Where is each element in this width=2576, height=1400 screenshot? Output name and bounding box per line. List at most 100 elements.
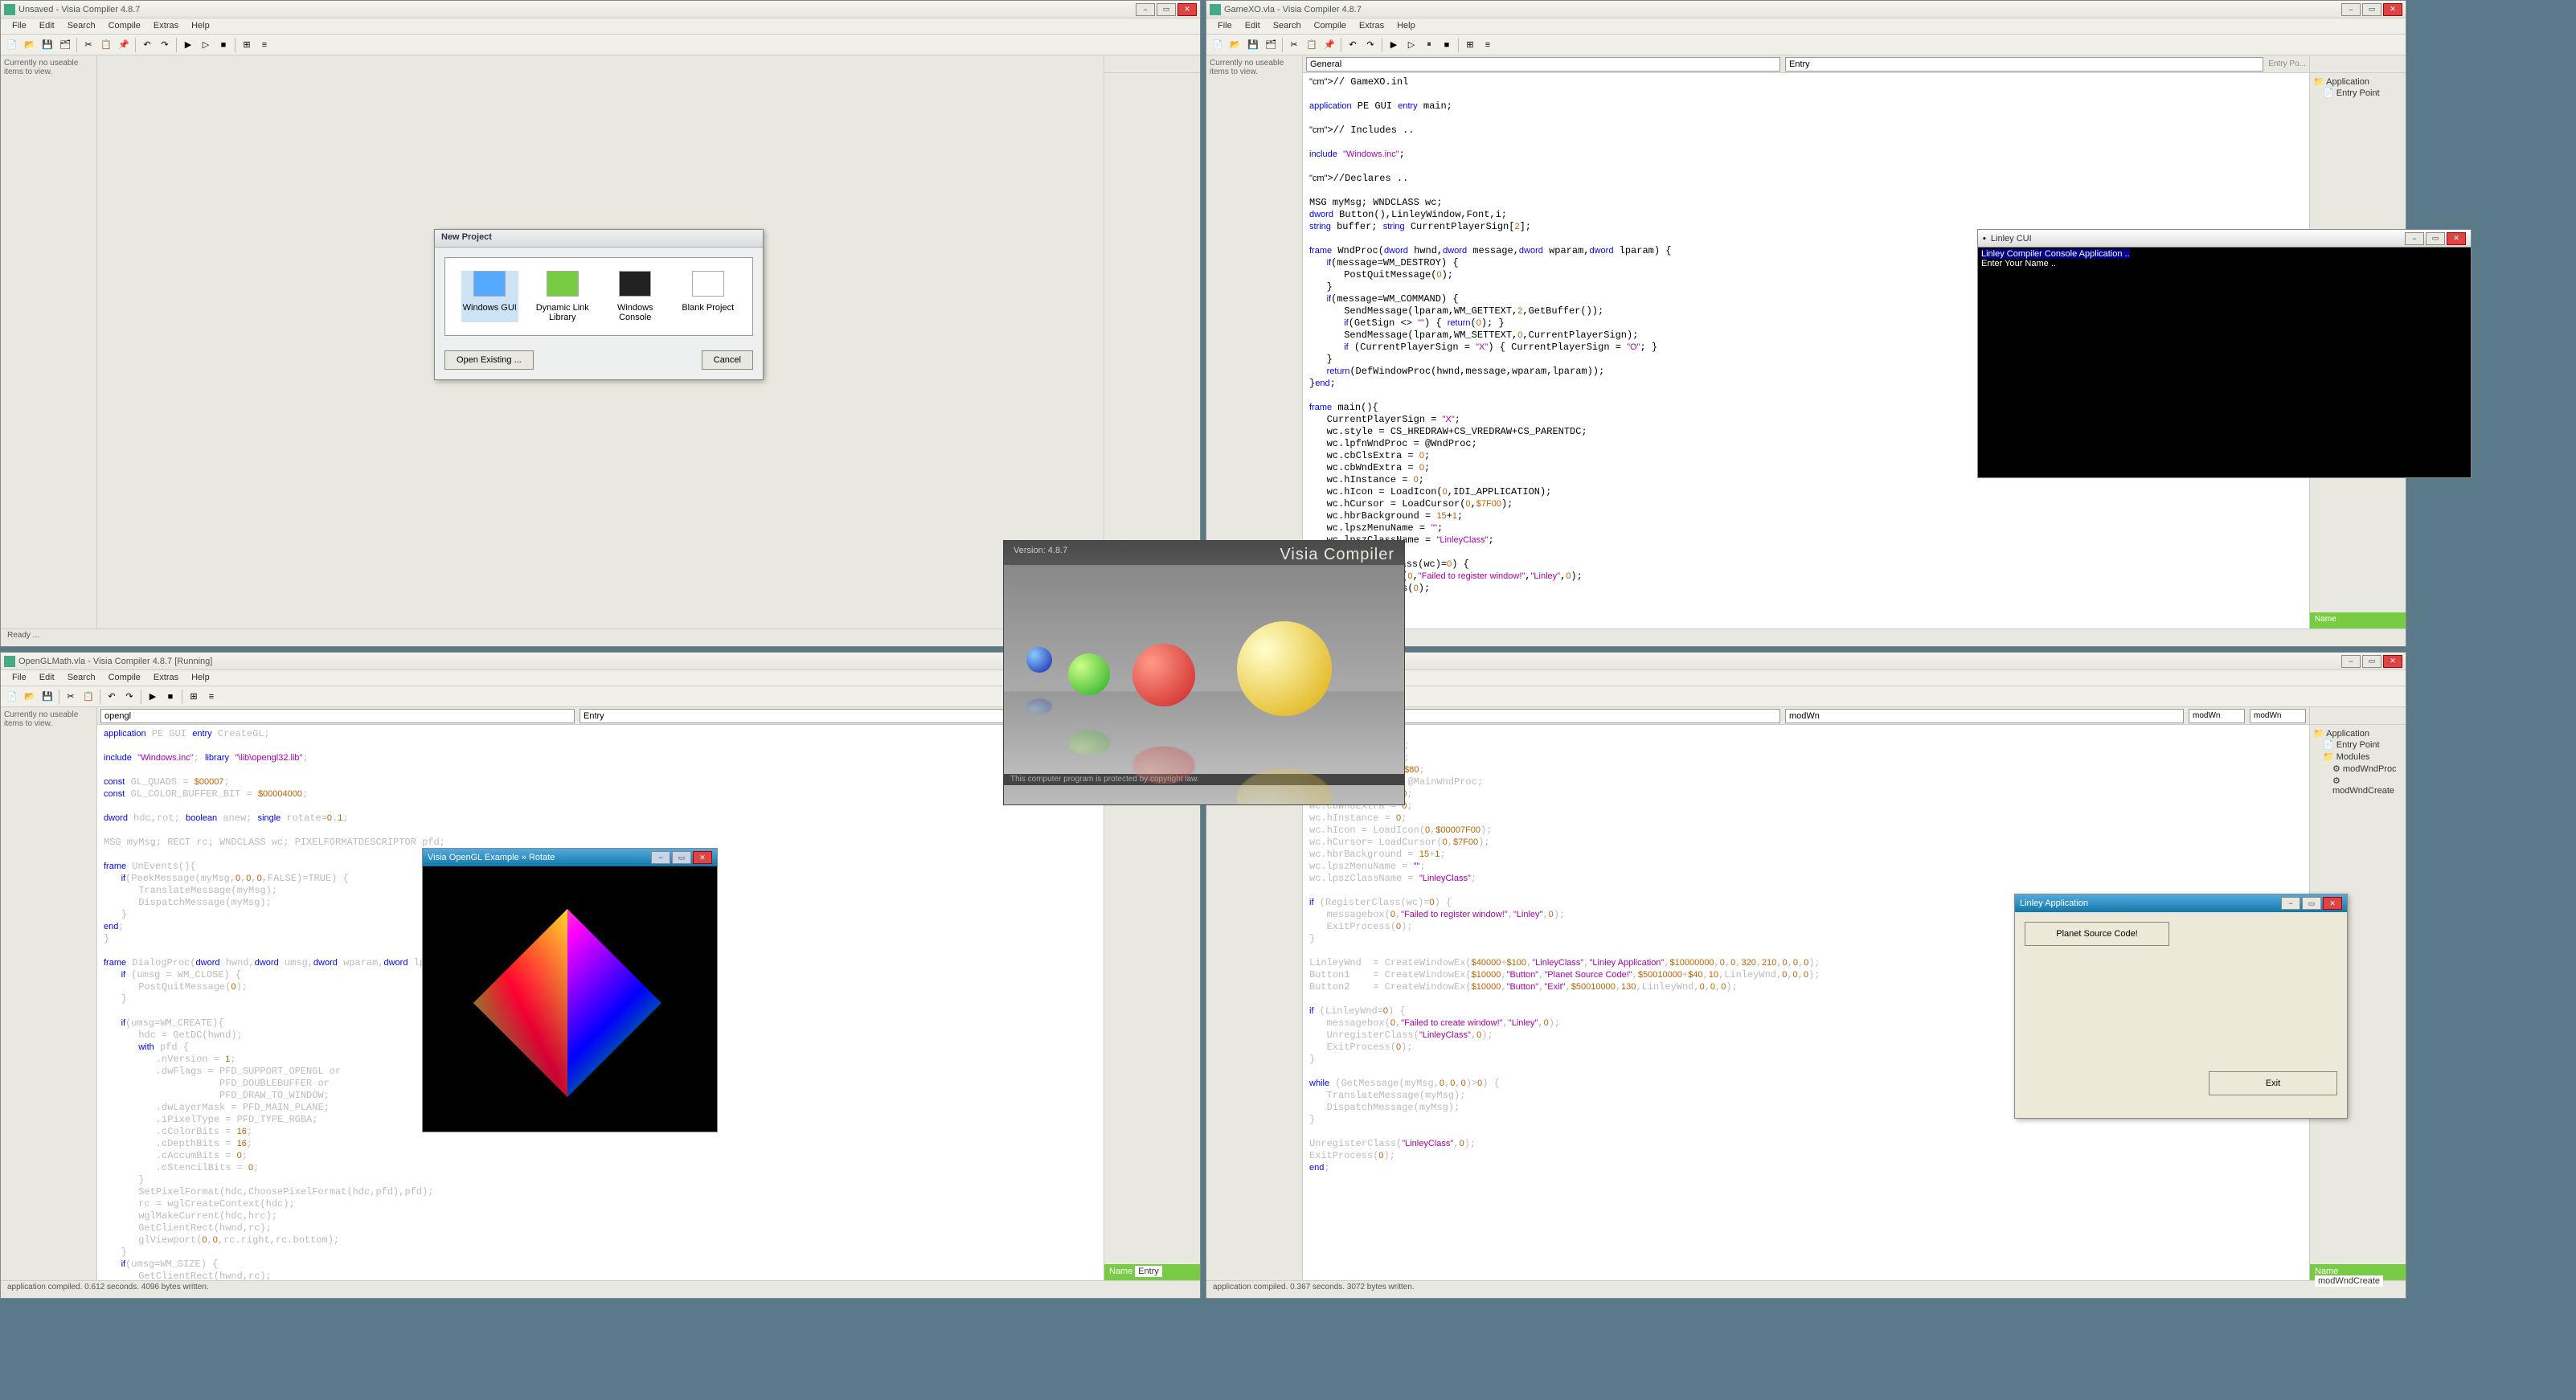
- save-icon[interactable]: 💾: [39, 37, 55, 53]
- close-button[interactable]: ✕: [2383, 3, 2402, 16]
- save-icon[interactable]: 💾: [39, 689, 55, 705]
- new-icon[interactable]: 📄: [1210, 37, 1226, 53]
- minimize-button[interactable]: −: [651, 851, 670, 864]
- close-button[interactable]: ✕: [2323, 897, 2342, 910]
- menu-search[interactable]: Search: [61, 670, 102, 686]
- planet-source-button[interactable]: Planet Source Code!: [2025, 922, 2169, 946]
- tab[interactable]: modWn: [2189, 709, 2245, 723]
- grid-icon[interactable]: ⊞: [1462, 37, 1478, 53]
- list-icon[interactable]: ≡: [1480, 37, 1496, 53]
- minimize-button[interactable]: −: [1136, 3, 1155, 16]
- menu-help[interactable]: Help: [185, 18, 216, 34]
- cut-icon[interactable]: ✂: [63, 689, 79, 705]
- proj-option-blank[interactable]: Blank Project: [680, 271, 737, 322]
- project-tree[interactable]: 📁 Application 📄 Entry Point 📁 Modules ⚙ …: [2310, 725, 2406, 800]
- menu-search[interactable]: Search: [1267, 18, 1308, 34]
- redo-icon[interactable]: ↷: [157, 37, 173, 53]
- maximize-button[interactable]: ▭: [1157, 3, 1176, 16]
- minimize-button[interactable]: −: [2341, 3, 2361, 16]
- exit-button[interactable]: Exit: [2209, 1071, 2337, 1095]
- undo-icon[interactable]: ↶: [104, 689, 120, 705]
- maximize-button[interactable]: ▭: [2302, 897, 2321, 910]
- saveall-icon[interactable]: 🗂: [1263, 37, 1279, 53]
- stop-icon[interactable]: ■: [215, 37, 231, 53]
- cancel-button[interactable]: Cancel: [702, 350, 753, 370]
- proj-option-console[interactable]: Windows Console: [607, 271, 664, 322]
- minimize-button[interactable]: −: [2405, 232, 2424, 245]
- saveall-icon[interactable]: 🗂: [57, 37, 73, 53]
- close-button[interactable]: ✕: [2447, 232, 2466, 245]
- dialog-title[interactable]: New Project: [435, 230, 763, 248]
- menu-edit[interactable]: Edit: [33, 670, 61, 686]
- menu-help[interactable]: Help: [1390, 18, 1422, 34]
- list-icon[interactable]: ≡: [256, 37, 272, 53]
- close-button[interactable]: ✕: [2383, 655, 2402, 668]
- splash-title: Visia Compiler: [1280, 546, 1394, 564]
- cut-icon[interactable]: ✂: [80, 37, 96, 53]
- new-icon[interactable]: 📄: [4, 37, 20, 53]
- grid-icon[interactable]: ⊞: [186, 689, 202, 705]
- menu-search[interactable]: Search: [61, 18, 102, 34]
- redo-icon[interactable]: ↷: [121, 689, 137, 705]
- console-output[interactable]: Linley Compiler Console Application .. E…: [1978, 248, 2471, 477]
- new-icon[interactable]: 📄: [4, 689, 20, 705]
- maximize-button[interactable]: ▭: [672, 851, 691, 864]
- entry-combo[interactable]: Entry: [1785, 57, 2263, 72]
- menu-file[interactable]: File: [6, 670, 33, 686]
- cut-icon[interactable]: ✂: [1286, 37, 1302, 53]
- compile-icon[interactable]: ▶: [180, 37, 196, 53]
- menu-file[interactable]: File: [6, 18, 33, 34]
- console-titlebar[interactable]: ▪ Linley CUI − ▭ ✕: [1978, 230, 2471, 248]
- close-button[interactable]: ✕: [693, 851, 712, 864]
- maximize-button[interactable]: ▭: [2426, 232, 2445, 245]
- close-button[interactable]: ✕: [1177, 3, 1197, 16]
- minimize-button[interactable]: −: [2341, 655, 2361, 668]
- menu-edit[interactable]: Edit: [33, 18, 61, 34]
- proj-option-gui[interactable]: Windows GUI: [461, 271, 518, 322]
- menu-compile[interactable]: Compile: [1308, 18, 1353, 34]
- stop-icon[interactable]: ■: [1439, 37, 1455, 53]
- run-icon[interactable]: ▷: [1403, 37, 1419, 53]
- grid-icon[interactable]: ⊞: [239, 37, 255, 53]
- undo-icon[interactable]: ↶: [1345, 37, 1361, 53]
- menu-help[interactable]: Help: [185, 670, 216, 686]
- undo-icon[interactable]: ↶: [139, 37, 155, 53]
- entry-combo[interactable]: modWn: [1785, 709, 2184, 723]
- tab[interactable]: modWn: [2250, 709, 2306, 723]
- maximize-button[interactable]: ▭: [2362, 655, 2381, 668]
- open-icon[interactable]: 📂: [22, 37, 38, 53]
- save-icon[interactable]: 💾: [1245, 37, 1261, 53]
- open-icon[interactable]: 📂: [22, 689, 38, 705]
- titlebar[interactable]: GameXO.vla - Visia Compiler 4.8.7 − ▭ ✕: [1206, 1, 2406, 18]
- menu-compile[interactable]: Compile: [102, 18, 147, 34]
- pause-icon[interactable]: ⏸: [1421, 37, 1437, 53]
- minimize-button[interactable]: −: [2281, 897, 2300, 910]
- menu-edit[interactable]: Edit: [1239, 18, 1267, 34]
- copy-icon[interactable]: 📋: [80, 689, 96, 705]
- open-existing-button[interactable]: Open Existing ...: [444, 350, 534, 370]
- copy-icon[interactable]: 📋: [98, 37, 114, 53]
- section-combo[interactable]: opengl: [100, 709, 575, 723]
- menu-extras[interactable]: Extras: [147, 670, 185, 686]
- menu-extras[interactable]: Extras: [147, 18, 185, 34]
- menu-file[interactable]: File: [1211, 18, 1239, 34]
- copy-icon[interactable]: 📋: [1304, 37, 1320, 53]
- linley-titlebar[interactable]: Linley Application − ▭ ✕: [2015, 894, 2347, 912]
- run-icon[interactable]: ▶: [145, 689, 161, 705]
- run-icon[interactable]: ▷: [198, 37, 214, 53]
- paste-icon[interactable]: 📌: [116, 37, 132, 53]
- section-combo[interactable]: General: [1306, 57, 1780, 72]
- project-tree[interactable]: 📁 Application 📄 Entry Point: [2310, 73, 2406, 102]
- proj-option-dll[interactable]: Dynamic Link Library: [534, 271, 592, 322]
- redo-icon[interactable]: ↷: [1362, 37, 1378, 53]
- menu-compile[interactable]: Compile: [102, 670, 147, 686]
- menu-extras[interactable]: Extras: [1353, 18, 1390, 34]
- paste-icon[interactable]: 📌: [1321, 37, 1337, 53]
- open-icon[interactable]: 📂: [1227, 37, 1243, 53]
- maximize-button[interactable]: ▭: [2362, 3, 2381, 16]
- compile-icon[interactable]: ▶: [1386, 37, 1402, 53]
- titlebar[interactable]: Unsaved - Visia Compiler 4.8.7 − ▭ ✕: [1, 1, 1200, 18]
- opengl-titlebar[interactable]: Visia OpenGL Example » Rotate − ▭ ✕: [423, 849, 717, 866]
- list-icon[interactable]: ≡: [203, 689, 219, 705]
- stop-icon[interactable]: ■: [162, 689, 178, 705]
